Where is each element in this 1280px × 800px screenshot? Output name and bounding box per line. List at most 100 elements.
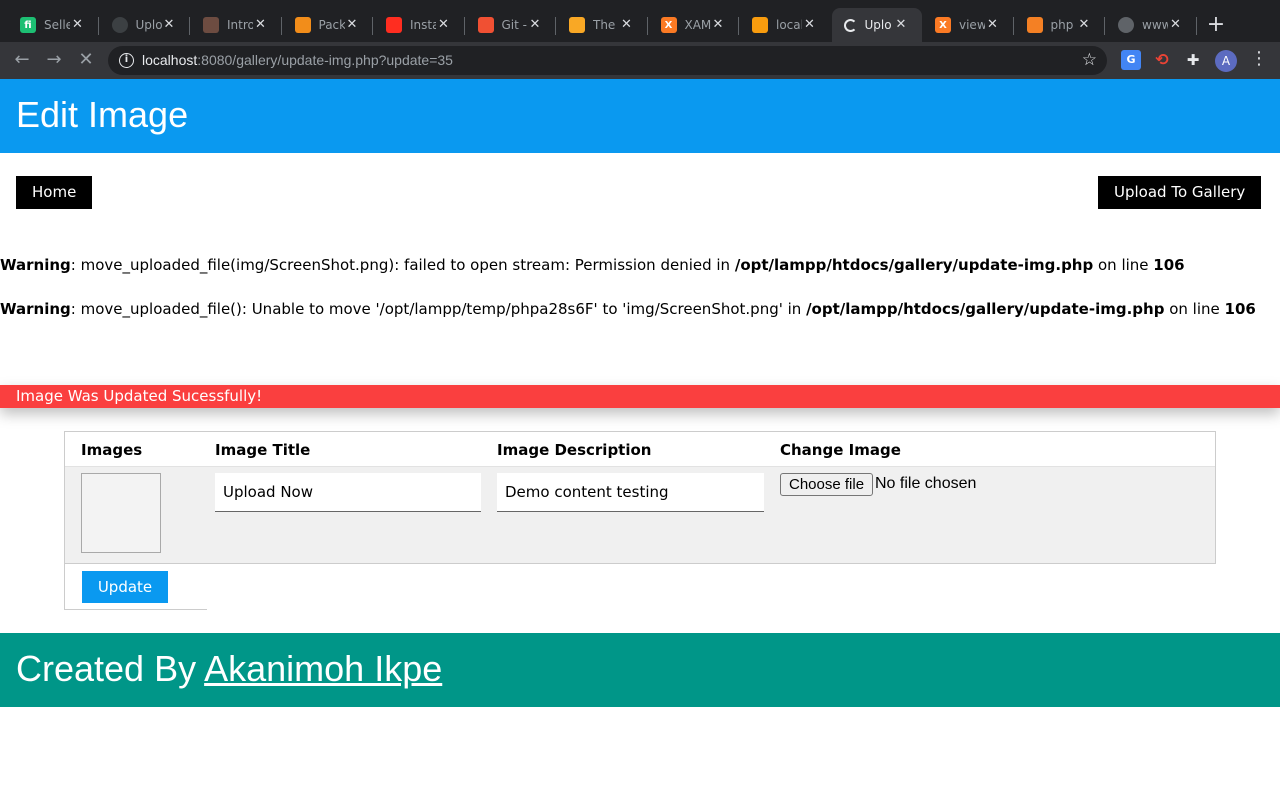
- bookmark-star-icon[interactable]: ☆: [1082, 50, 1097, 70]
- php-warning: Warning: move_uploaded_file(): Unable to…: [0, 298, 1270, 320]
- tab-title: php: [1050, 18, 1074, 32]
- tab-separator: [189, 17, 190, 35]
- profile-avatar[interactable]: A: [1215, 50, 1237, 72]
- browser-tab[interactable]: X XAMPP✕: [649, 8, 739, 42]
- tab-title: Installation: [410, 18, 436, 32]
- update-button[interactable]: Update: [82, 571, 168, 603]
- tab-title: Upload: [135, 18, 162, 32]
- back-arrow-icon[interactable]: ←: [12, 50, 32, 70]
- tab-separator: [463, 17, 465, 35]
- browser-tab[interactable]: The ✕: [557, 8, 648, 42]
- warning-message: : move_uploaded_file(img/ScreenShot.png)…: [70, 256, 735, 274]
- warning-label: Warning: [0, 300, 71, 318]
- browser-tab[interactable]: fi Seller✕: [8, 8, 99, 42]
- tab-separator: [738, 17, 739, 35]
- footer-prefix: Created By: [16, 648, 205, 689]
- column-header-images: Images: [81, 441, 143, 459]
- tab-title: Packagist: [318, 18, 345, 32]
- packagist-icon: [294, 17, 311, 33]
- tab-title: XAMPP: [684, 18, 711, 32]
- php-warning: Warning: move_uploaded_file(img/ScreenSh…: [0, 254, 1270, 276]
- browser-toolbar: ← → ✕ i localhost:8080/gallery/update-im…: [0, 42, 1280, 79]
- globe-icon: [1118, 17, 1134, 33]
- table-row: Upload Now Demo content testing Choose f…: [65, 466, 1215, 563]
- footer-credit: Created By Akanimoh Ikpe: [16, 648, 442, 690]
- tab-title: Seller: [44, 18, 70, 32]
- browser-tab[interactable]: php ✕: [1015, 8, 1105, 42]
- site-info-icon[interactable]: i: [119, 53, 134, 68]
- browser-tab[interactable]: Upload✕: [831, 8, 922, 42]
- close-tab-icon[interactable]: ✕: [1168, 17, 1184, 33]
- close-tab-icon[interactable]: ✕: [619, 17, 635, 33]
- tab-title: The: [593, 18, 616, 32]
- close-tab-icon[interactable]: ✕: [527, 17, 543, 33]
- close-tab-icon[interactable]: ✕: [253, 17, 269, 33]
- browser-tab[interactable]: localhost✕: [740, 8, 831, 42]
- extensions-puzzle-icon[interactable]: ✚: [1183, 50, 1203, 70]
- author-link[interactable]: Akanimoh Ikpe: [204, 648, 442, 689]
- xampp-icon: X: [935, 17, 951, 33]
- column-header-change-image: Change Image: [780, 441, 901, 459]
- tab-title: Git -: [501, 18, 527, 32]
- close-tab-icon[interactable]: ✕: [893, 17, 909, 33]
- close-tab-icon[interactable]: ✕: [1076, 17, 1092, 33]
- close-tab-icon[interactable]: ✕: [802, 17, 818, 33]
- image-description-input[interactable]: Demo content testing: [497, 473, 764, 512]
- url-text[interactable]: localhost:8080/gallery/update-img.php?up…: [142, 52, 453, 68]
- site-footer: Created By Akanimoh Ikpe: [0, 633, 1280, 707]
- forward-arrow-icon[interactable]: →: [44, 50, 64, 70]
- browser-tab[interactable]: Xview ✕: [923, 8, 1014, 42]
- phpmyadmin-icon: [752, 17, 768, 33]
- image-thumbnail: [81, 473, 161, 553]
- beer-icon: [569, 17, 585, 33]
- close-tab-icon[interactable]: ✕: [985, 17, 1001, 33]
- tab-separator: [1012, 17, 1014, 35]
- close-tab-icon[interactable]: ✕: [344, 17, 360, 33]
- browser-menu-icon[interactable]: ⋮: [1250, 48, 1268, 69]
- stop-loading-icon[interactable]: ✕: [76, 50, 96, 70]
- edit-image-table: Images Image Title Image Description Cha…: [64, 431, 1216, 564]
- warning-line: 106: [1224, 300, 1256, 318]
- globe-icon: [111, 17, 128, 33]
- stackoverflow-icon: [1026, 17, 1043, 33]
- tab-separator: [1104, 17, 1105, 35]
- tab-separator: [280, 17, 282, 35]
- tab-title: Intro: [227, 18, 253, 32]
- image-title-input[interactable]: Upload Now: [215, 473, 481, 512]
- home-button[interactable]: Home: [16, 176, 93, 209]
- warning-on-line: on line: [1093, 256, 1154, 274]
- tab-separator: [555, 17, 556, 35]
- tab-title: www: [1142, 18, 1168, 32]
- close-tab-icon[interactable]: ✕: [70, 17, 86, 33]
- browser-tab[interactable]: Installation✕: [374, 8, 465, 42]
- close-tab-icon[interactable]: ✕: [710, 17, 726, 33]
- warning-path: /opt/lampp/htdocs/gallery/update-img.php: [734, 256, 1094, 274]
- close-tab-icon[interactable]: ✕: [161, 17, 177, 33]
- url-path: :8080/gallery/update-img.php?update=35: [197, 52, 453, 68]
- browser-tab[interactable]: Packagist✕: [283, 8, 373, 42]
- new-tab-icon[interactable]: +: [1204, 14, 1228, 38]
- address-bar[interactable]: i localhost:8080/gallery/update-img.php?…: [108, 46, 1107, 75]
- tab-separator: [646, 17, 648, 35]
- warning-on-line: on line: [1164, 300, 1225, 318]
- page-viewport: Edit Image Home Upload To Gallery Warnin…: [0, 79, 1280, 800]
- browser-tab[interactable]: Intro ✕: [191, 8, 282, 42]
- google-translate-icon[interactable]: G: [1121, 50, 1141, 70]
- tab-separator: [372, 17, 373, 35]
- close-tab-icon[interactable]: ✕: [436, 17, 452, 33]
- warning-label: Warning: [0, 256, 71, 274]
- laravel-icon: [386, 17, 402, 33]
- choose-file-button[interactable]: Choose file: [780, 473, 874, 496]
- site-header: Edit Image: [0, 79, 1280, 153]
- browser-tab[interactable]: Upload✕: [100, 8, 190, 42]
- fiverr-icon: fi: [20, 17, 36, 33]
- file-status-text: No file chosen: [875, 475, 977, 492]
- git-icon: [477, 17, 494, 33]
- browser-tab[interactable]: Git - ✕: [466, 8, 556, 42]
- sync-extension-icon[interactable]: ⟲: [1152, 50, 1172, 70]
- url-host: localhost: [142, 52, 198, 68]
- upload-to-gallery-button[interactable]: Upload To Gallery: [1098, 176, 1262, 209]
- warning-line: 106: [1153, 256, 1185, 274]
- warning-path: /opt/lampp/htdocs/gallery/update-img.php: [806, 300, 1165, 318]
- browser-tab[interactable]: www ✕: [1106, 8, 1197, 42]
